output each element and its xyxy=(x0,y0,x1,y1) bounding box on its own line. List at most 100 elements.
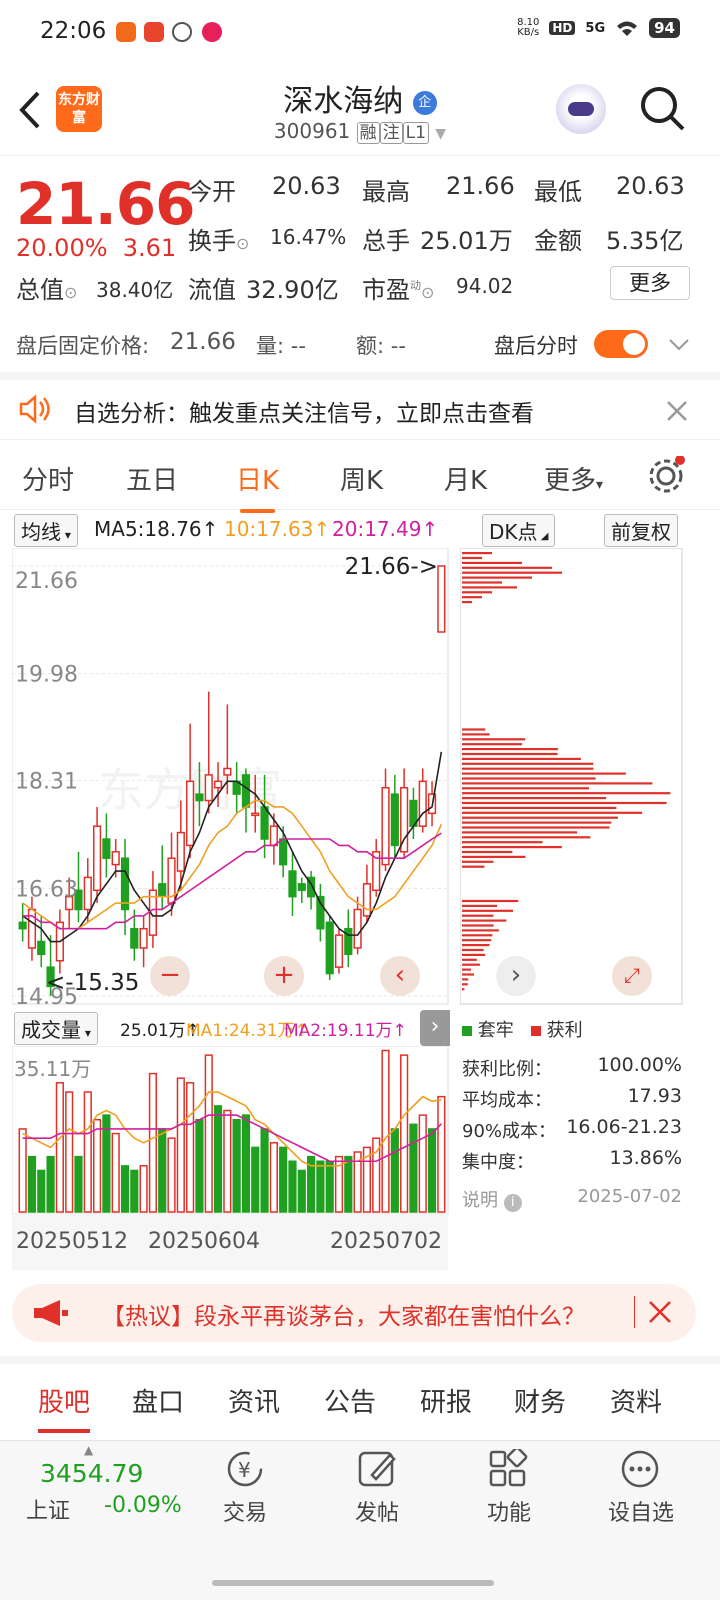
trade-icon[interactable]: ¥ xyxy=(222,1449,268,1489)
high-label: 最高 xyxy=(362,178,410,206)
close-icon[interactable] xyxy=(666,400,688,422)
more-dots-icon[interactable] xyxy=(620,1449,660,1489)
chip-bar xyxy=(462,733,490,736)
chip-bar xyxy=(462,777,596,780)
candle-body xyxy=(120,857,130,911)
turnover-value: 16.47% xyxy=(270,225,347,249)
ma20-label: 20:17.49↑ xyxy=(332,517,439,541)
chip-bar xyxy=(462,752,558,756)
tab-more[interactable]: 更多▾ xyxy=(544,460,603,497)
search-icon[interactable] xyxy=(638,84,686,132)
candle-body xyxy=(102,838,111,859)
chip-bar xyxy=(462,772,626,775)
candle-body xyxy=(204,774,213,802)
volume-ma2: MA2:19.11万↑ xyxy=(284,1021,407,1041)
tab-finance[interactable]: 财务 xyxy=(514,1382,566,1419)
tab-monthly-k[interactable]: 月K xyxy=(444,460,487,497)
candle-body xyxy=(437,565,446,633)
chip-bar xyxy=(462,556,482,560)
tab-profile[interactable]: 资料 xyxy=(610,1382,662,1419)
nav-functions-label[interactable]: 功能 xyxy=(470,1495,548,1527)
y-tick-label: 18.31 xyxy=(15,770,78,795)
chevron-down-icon[interactable] xyxy=(668,338,690,352)
volume-bar xyxy=(204,1054,213,1213)
more-button[interactable]: 更多 xyxy=(610,266,690,300)
chip-bar xyxy=(462,738,526,741)
volume-indicator-button[interactable]: 成交量 ▾ xyxy=(14,1012,98,1045)
bottom-nav: ▲ 3454.79 上证 -0.09% ¥ 交易 发帖 功能 设自选 xyxy=(0,1440,720,1600)
chip-bar xyxy=(462,841,543,844)
profit-ratio-value: 100.00% xyxy=(597,1054,682,1076)
chip-note-link[interactable]: 说明 i xyxy=(462,1186,522,1212)
post-edit-icon[interactable] xyxy=(356,1447,400,1491)
chip-bar xyxy=(462,929,499,932)
kline-chart[interactable]: 东方财富 21.6619.9818.3116.6314.95 21.66-> <… xyxy=(12,548,450,1006)
tab-daily-k[interactable]: 日K xyxy=(236,460,279,513)
volume-bar xyxy=(74,1155,83,1213)
functions-grid-icon[interactable] xyxy=(488,1449,528,1489)
volume-bar xyxy=(269,1142,278,1213)
chip-bar xyxy=(462,728,486,731)
chip-bar xyxy=(462,953,486,956)
chip-bar xyxy=(462,963,480,966)
tab-five-day[interactable]: 五日 xyxy=(126,460,178,497)
analysis-alert[interactable]: 自选分析：触发重点关注信号，立即点击查看 xyxy=(0,372,720,440)
chip-bar xyxy=(462,801,667,805)
index-name[interactable]: 上证 xyxy=(26,1493,70,1525)
candle-body xyxy=(92,825,102,892)
close-icon[interactable] xyxy=(648,1300,672,1324)
chip-bar xyxy=(462,934,493,937)
content-tabs: 股吧 盘口 资讯 公告 研报 财务 资料 xyxy=(0,1356,720,1436)
volume-bar xyxy=(418,1114,427,1213)
nav-post-label[interactable]: 发帖 xyxy=(338,1495,416,1527)
nav-add-watchlist-label[interactable]: 设自选 xyxy=(600,1495,682,1527)
candle-body xyxy=(390,793,399,847)
info-icon: i xyxy=(503,1194,522,1212)
y-tick-label: 21.66 xyxy=(15,569,78,594)
dk-point-button[interactable]: DK点 ◢ xyxy=(482,514,556,547)
volume-bar xyxy=(176,1077,185,1213)
indicator-expand-arrow[interactable]: › xyxy=(420,1010,450,1046)
link-notification-icon xyxy=(172,22,192,42)
chip-bar xyxy=(462,821,612,824)
volume-bar xyxy=(251,1146,260,1213)
chip-bar xyxy=(462,816,618,819)
volume-bar xyxy=(409,1123,418,1213)
volume-label: 总手 xyxy=(362,227,410,255)
chip-bar xyxy=(462,576,532,579)
hot-news-banner[interactable]: 【热议】段永平再谈茅台，大家都在害怕什么？ xyxy=(12,1284,696,1342)
settings-gear-icon[interactable] xyxy=(646,456,686,496)
chip-bar xyxy=(462,978,469,981)
tab-announcements[interactable]: 公告 xyxy=(324,1382,376,1419)
tab-intraday[interactable]: 分时 xyxy=(22,460,74,497)
tab-news[interactable]: 资讯 xyxy=(228,1382,280,1419)
enterprise-badge: 企 xyxy=(412,90,437,115)
index-value[interactable]: 3454.79 xyxy=(40,1459,143,1488)
low-label: 最低 xyxy=(534,178,582,206)
volume-value: 25.01万 xyxy=(420,227,513,255)
volume-bar xyxy=(46,1155,55,1213)
tab-pankou[interactable]: 盘口 xyxy=(132,1382,184,1419)
zoom-out-button[interactable]: − xyxy=(150,956,190,996)
zoom-in-button[interactable]: + xyxy=(264,956,304,996)
nav-trade-label[interactable]: 交易 xyxy=(206,1495,284,1527)
after-hours-toggle[interactable] xyxy=(594,330,648,358)
tab-guba[interactable]: 股吧 xyxy=(38,1382,91,1433)
app-notification-icon xyxy=(116,22,136,42)
volume-bar xyxy=(232,1118,241,1213)
hd-icon: HD xyxy=(549,21,576,35)
tab-weekly-k[interactable]: 周K xyxy=(340,460,383,497)
assistant-avatar[interactable] xyxy=(556,84,606,134)
tab-research[interactable]: 研报 xyxy=(420,1382,472,1419)
high-value: 21.66 xyxy=(446,172,515,200)
candle-body xyxy=(241,774,251,808)
adjust-price-button[interactable]: 前复权 xyxy=(604,514,678,547)
chip-bar xyxy=(462,811,643,814)
expand-icon[interactable]: ⤢ xyxy=(612,956,652,996)
index-change[interactable]: -0.09% xyxy=(104,1493,182,1518)
candle-body xyxy=(83,876,92,911)
chip-next-button[interactable]: › xyxy=(496,956,536,996)
ma-selector-button[interactable]: 均线 ▾ xyxy=(14,514,78,547)
chip-bar xyxy=(462,831,578,834)
scroll-left-button[interactable]: ‹ xyxy=(380,956,420,996)
